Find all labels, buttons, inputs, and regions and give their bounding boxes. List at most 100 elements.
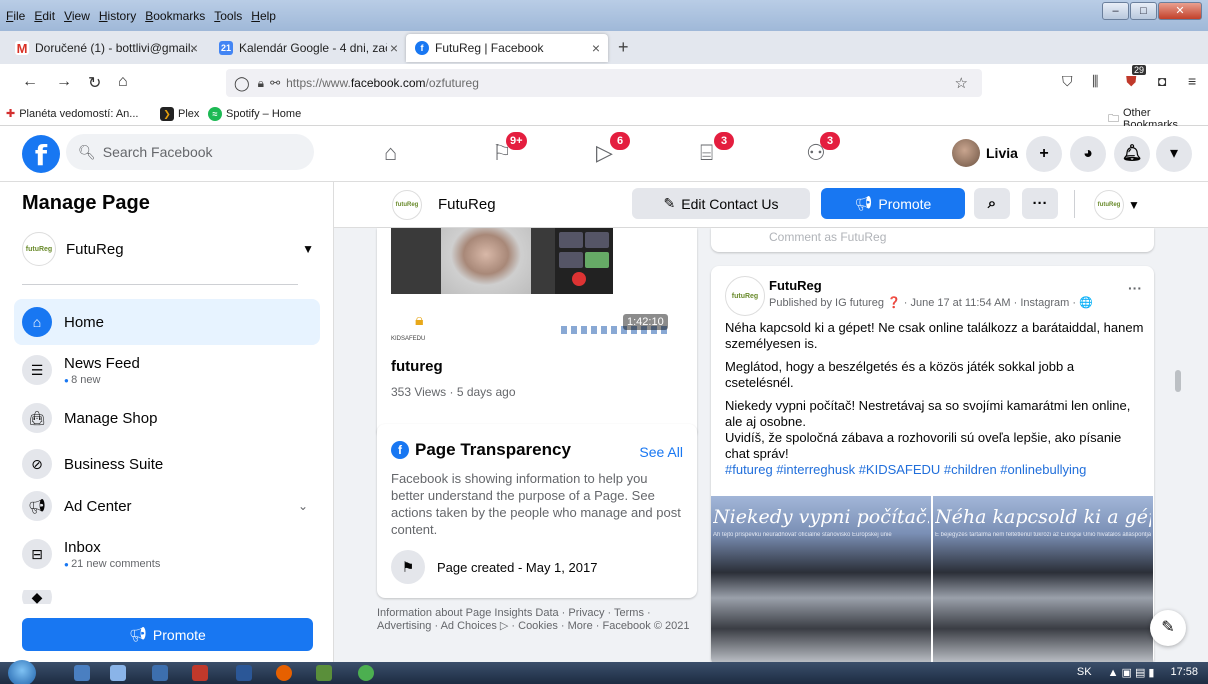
pocket-icon[interactable]: ⛉ (1062, 73, 1073, 90)
post-image-2[interactable]: Néha kapcsold ki a gépet! E bejegyzés ta… (933, 496, 1153, 666)
bookmark-spotify[interactable]: ≈ Spotify – Home (208, 107, 301, 121)
page-header: futuReg FutuReg ✎ Edit Contact Us 📢︎ Pro… (334, 182, 1208, 228)
video-title[interactable]: futureg (391, 358, 443, 375)
url-bar[interactable]: ◯ 🔒︎ ⚯ https://www.facebook.com/ozfuture… (226, 69, 982, 97)
post-author[interactable]: FutuReg (769, 278, 822, 293)
bookmark-plex[interactable]: ❯ Plex (160, 107, 199, 121)
more-options-icon[interactable]: ··· (1022, 188, 1058, 219)
marketplace-nav-icon[interactable]: ⌸ 3 (700, 132, 734, 166)
futureg-logo: futuReg (22, 232, 56, 266)
page-voice-switcher[interactable]: futuReg ▼ (1094, 190, 1140, 220)
caret-down-icon: ▼ (1128, 198, 1140, 212)
hamburger-menu-icon[interactable]: ≡ (1188, 73, 1196, 89)
futureg-logo[interactable]: futuReg (725, 276, 765, 316)
menu-edit[interactable]: Edit (34, 9, 55, 23)
reload-icon[interactable]: ↻ (88, 73, 101, 93)
pencil-icon: ✎ (663, 195, 676, 211)
menu-help[interactable]: Help (251, 9, 276, 23)
watch-nav-icon[interactable]: ▷ 6 (596, 132, 630, 166)
taskbar-files-icon[interactable] (110, 665, 126, 681)
taskbar-word-icon[interactable] (236, 665, 252, 681)
megaphone-icon: 📢︎ (854, 195, 873, 211)
footer-links[interactable]: Information about Page Insights Data · P… (377, 607, 697, 633)
tab-label: FutuReg | Facebook (435, 41, 544, 55)
sidebar-item-news-feed[interactable]: ☰ News Feed8 new (14, 347, 320, 393)
post-options-icon[interactable]: ··· (1128, 280, 1142, 296)
search-icon: 🔍︎ (78, 143, 96, 160)
bookmarks-bar: ✚ Planéta vedomostí: An... ❯ Plex ≈ Spot… (0, 102, 1208, 131)
menu-file[interactable]: File (6, 9, 25, 23)
sidebar-item-home[interactable]: ⌂ Home (14, 299, 320, 345)
page-transparency-card: f Page Transparency See All Facebook is … (377, 424, 697, 598)
home-icon[interactable]: ⌂ (118, 73, 128, 91)
shield-icon: ◯ (234, 74, 250, 91)
close-icon[interactable]: ✕ (1158, 2, 1202, 20)
tray-icons[interactable]: ▲ ▣ ▤ ▮ (1108, 666, 1155, 679)
navigation-bar: ← → ↻ ⌂ ◯ 🔒︎ ⚯ https://www.facebook.com/… (0, 64, 1208, 102)
taskbar-firefox-icon[interactable] (276, 665, 292, 681)
post-image-1[interactable]: Niekedy vypni počítač! Ah tejto príspevk… (711, 496, 931, 666)
futureg-logo: futuReg (392, 190, 422, 220)
sidebar-item-manage-shop[interactable]: 👜︎ Manage Shop (14, 395, 320, 441)
new-tab-icon[interactable]: + (618, 37, 629, 58)
tab-gmail[interactable]: M Doručené (1) - bottlivi@gmail.c × (6, 34, 206, 62)
new-message-icon[interactable]: ✎ (1150, 610, 1186, 646)
start-button[interactable] (8, 660, 36, 684)
sidebar-item-ad-center[interactable]: 📢︎ Ad Center ⌄ (14, 483, 320, 529)
menu-view[interactable]: View (64, 9, 90, 23)
bookmark-planeta[interactable]: ✚ Planéta vedomostí: An... (6, 107, 138, 121)
edit-contact-button[interactable]: ✎ Edit Contact Us (632, 188, 810, 219)
forward-icon[interactable]: → (56, 73, 72, 91)
menu-tools[interactable]: Tools (214, 9, 242, 23)
video-thumbnail[interactable] (391, 228, 613, 294)
post-hashtags[interactable]: #futureg #interreghusk #KIDSAFEDU #child… (725, 462, 1145, 478)
profile-button[interactable]: Livia (950, 137, 1026, 169)
avatar (952, 139, 980, 167)
bookmark-favicon-icon: ✚ (6, 108, 16, 120)
sidebar-item-business-suite[interactable]: ⊘ Business Suite (14, 441, 320, 487)
taskbar-pdf-icon[interactable] (192, 665, 208, 681)
tab-facebook[interactable]: f FutuReg | Facebook × (406, 34, 608, 62)
tab-calendar[interactable]: 21 Kalendár Google - 4 dni, začína × (210, 34, 406, 62)
taskbar-explorer-icon[interactable] (74, 665, 90, 681)
library-icon[interactable]: ⫼ (1092, 73, 1098, 90)
language-indicator[interactable]: SK (1077, 666, 1092, 679)
see-all-link[interactable]: See All (639, 444, 683, 460)
home-nav-icon[interactable]: ⌂ (384, 140, 397, 166)
sidebar-item-inbox[interactable]: ⊟ Inbox21 new comments (14, 531, 320, 577)
notifications-icon[interactable]: 🔔︎ (1114, 136, 1150, 172)
sidebar-promote-button[interactable]: 📢︎ Promote (22, 618, 313, 651)
maximize-icon[interactable]: □ (1130, 2, 1157, 20)
back-icon[interactable]: ← (22, 73, 38, 91)
extension-icon[interactable]: ◘ (1158, 73, 1166, 89)
clock[interactable]: 17:58 (1170, 666, 1198, 679)
promote-button[interactable]: 📢︎ Promote (821, 188, 965, 219)
facebook-logo-icon[interactable]: f (22, 135, 60, 173)
account-menu-icon[interactable]: ▾ (1156, 136, 1192, 172)
video-card[interactable]: 🔒︎ KIDSAFEDU 1:42:10 futureg 353 Views ·… (377, 228, 697, 438)
messenger-icon[interactable]: ◕ (1070, 136, 1106, 172)
search-input[interactable]: 🔍︎ Search Facebook (66, 134, 314, 170)
minimize-icon[interactable]: – (1102, 2, 1129, 20)
page-scrollbar[interactable] (1175, 370, 1181, 392)
groups-nav-icon[interactable]: ⚇ 3 (806, 132, 840, 166)
close-tab-icon[interactable]: × (592, 40, 600, 56)
close-tab-icon[interactable]: × (390, 40, 398, 56)
close-tab-icon[interactable]: × (190, 40, 198, 56)
inbox-icon: ⊟ (22, 539, 52, 569)
taskbar-app-icon[interactable] (152, 665, 168, 681)
pages-nav-icon[interactable]: ⚐ 9+ (492, 132, 527, 166)
comment-box[interactable]: Comment as FutuReg (711, 228, 1154, 252)
taskbar-chrome-icon[interactable] (358, 665, 374, 681)
page-search-icon[interactable]: ⌕ (974, 188, 1010, 219)
sidebar-item-partial[interactable]: ◆ (14, 590, 320, 604)
bookmark-star-icon[interactable]: ☆ (955, 74, 968, 92)
menu-bookmarks[interactable]: Bookmarks (145, 9, 205, 23)
taskbar-app2-icon[interactable] (316, 665, 332, 681)
page-switcher[interactable]: futuReg FutuReg ▼ (22, 232, 314, 266)
ublock-icon[interactable]: ⛊ 29 (1126, 65, 1147, 90)
facebook-icon: f (391, 441, 409, 459)
menu-history[interactable]: History (99, 9, 136, 23)
flag-icon: ⚑ (391, 550, 425, 584)
create-icon[interactable]: + (1026, 136, 1062, 172)
